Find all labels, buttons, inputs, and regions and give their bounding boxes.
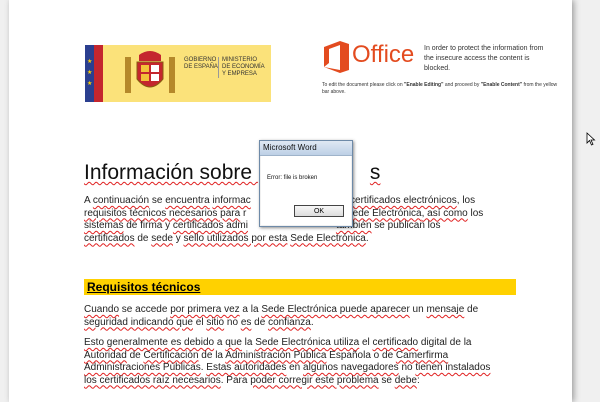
instr-prefix: To edit the document please click on bbox=[322, 82, 404, 88]
text-run: debe bbox=[394, 374, 417, 386]
text-run: es bbox=[240, 316, 252, 328]
text-run: los certificados raíz necesarios bbox=[84, 374, 221, 386]
text-run: sello utilizados por esta bbox=[183, 232, 288, 244]
text-run: que bbox=[225, 337, 242, 348]
text-run: certificados admi bbox=[172, 220, 248, 231]
ok-button[interactable]: OK bbox=[294, 205, 344, 217]
text-run: Estas autoridades bbox=[206, 362, 287, 373]
text-run: se bbox=[378, 374, 395, 386]
dialog-message: Error: file is broken bbox=[267, 175, 318, 181]
section-heading-bar: Requisitos técnicos bbox=[84, 279, 516, 295]
text-run: de firma y bbox=[123, 220, 173, 231]
text-run: el bbox=[359, 337, 373, 348]
text-run: Autoridad bbox=[84, 349, 127, 361]
text-run: . bbox=[310, 316, 314, 328]
text-run: Sede Electrónica puede aparecer bbox=[261, 304, 410, 315]
section-title: Requisitos técnicos bbox=[87, 280, 201, 294]
text-run: algunos navegadores bbox=[303, 362, 399, 373]
text-run: : bbox=[416, 374, 420, 386]
text-run: un bbox=[409, 304, 427, 315]
instr-enable-editing: "Enable Editing" bbox=[404, 82, 444, 88]
text-run: A bbox=[84, 195, 93, 206]
text-run: en bbox=[286, 362, 304, 373]
text-run: informac bbox=[212, 195, 251, 206]
coat-of-arms-icon bbox=[125, 51, 175, 93]
text-run: la bbox=[241, 337, 256, 348]
text-run: poder corregir este problema bbox=[250, 374, 379, 386]
text-run: no bbox=[224, 316, 241, 328]
office-blocked-note: In order to protect the information from… bbox=[424, 45, 544, 72]
text-run: certificados bbox=[84, 232, 135, 244]
text-run: el bbox=[192, 316, 207, 328]
text-run: sede bbox=[151, 232, 173, 244]
logo-stripe-red bbox=[94, 45, 103, 102]
dialog-titlebar[interactable]: Microsoft Word bbox=[260, 141, 352, 156]
min-line-3: Y EMPRESA bbox=[222, 71, 257, 77]
text-run: de la bbox=[198, 349, 226, 361]
text-run: por primera vez bbox=[170, 304, 240, 315]
paragraph-certificate-authority: Esto generalmente es debido a que la Sed… bbox=[84, 337, 524, 387]
gov-line-2: DE ESPAÑA bbox=[184, 64, 218, 70]
text-run: encuentra bbox=[165, 195, 210, 206]
gobierno-text: GOBIERNO DE ESPAÑA bbox=[184, 57, 218, 71]
office-logo-text: Office bbox=[352, 41, 415, 68]
text-run: mensaje bbox=[426, 304, 465, 315]
text-run: continuación bbox=[92, 195, 150, 206]
text-run: se accede bbox=[119, 304, 171, 315]
text-run: digital de la bbox=[418, 337, 472, 348]
text-run: Cuando bbox=[84, 304, 120, 315]
text-run: r bbox=[240, 207, 247, 219]
min-line-2: DE ECONOMÍA bbox=[222, 64, 265, 70]
text-run: sitio bbox=[206, 316, 225, 328]
title-start: Información sobre bbox=[84, 161, 258, 184]
text-run: requisitos técnicos necesarios para bbox=[84, 207, 241, 219]
text-run: . Para bbox=[220, 374, 251, 386]
office-instruction: To edit the document please click on "En… bbox=[322, 82, 562, 96]
text-run: Esto generalmente es debido bbox=[84, 337, 215, 348]
gov-line-1: GOBIERNO bbox=[184, 57, 217, 63]
mouse-pointer-icon bbox=[586, 132, 596, 146]
text-run: Española o de bbox=[326, 349, 396, 361]
gobierno-espana-logo: ★ ★ ★ GOBIERNO DE ESPAÑA MINISTERIO DE ECO… bbox=[85, 45, 271, 102]
instr-enable-content: "Enable Content" bbox=[480, 82, 523, 88]
text-run: Certificación bbox=[143, 349, 199, 361]
text-run: . bbox=[365, 232, 369, 244]
title-end: s bbox=[369, 161, 381, 184]
paragraph-security-message: Cuando se accede por primera vez a la Se… bbox=[84, 304, 524, 329]
text-run: certificado bbox=[372, 337, 419, 348]
text-run: Administración Pública bbox=[225, 349, 327, 361]
text-run: no bbox=[398, 362, 416, 373]
text-run: sistemas bbox=[84, 220, 124, 231]
text-run: y bbox=[172, 232, 184, 244]
text-run: Sede Electrónica utiliza bbox=[255, 337, 360, 348]
text-run: , así como bbox=[421, 207, 468, 219]
text-run: seguridad indicando que bbox=[84, 316, 193, 328]
text-run: confianza bbox=[268, 316, 311, 328]
text-run: de bbox=[126, 349, 144, 361]
text-run: de bbox=[251, 316, 269, 328]
text-run: Camerfirma bbox=[395, 349, 449, 361]
logo-stars-icon: ★ ★ ★ bbox=[87, 59, 93, 87]
text-run: Administraciones Públicas bbox=[84, 362, 201, 373]
text-run: los bbox=[467, 207, 484, 219]
text-run: , los bbox=[456, 195, 476, 206]
text-run: a la bbox=[239, 304, 262, 315]
office-logo-icon bbox=[324, 41, 349, 73]
dialog-title: Microsoft Word bbox=[263, 143, 317, 152]
text-run: se publican los bbox=[371, 220, 441, 231]
text-run: de bbox=[134, 232, 152, 244]
ministerio-text: MINISTERIO DE ECONOMÍA Y EMPRESA bbox=[218, 57, 265, 78]
text-run: Sede Electrónica bbox=[290, 232, 366, 244]
text-run: de bbox=[464, 304, 479, 315]
text-run: Sede Electrónica bbox=[343, 207, 422, 219]
text-run: a bbox=[214, 337, 226, 348]
error-dialog: Microsoft Word Error: file is broken OK bbox=[259, 140, 353, 227]
min-line-1: MINISTERIO bbox=[222, 57, 258, 63]
text-run: tienen instalados bbox=[415, 362, 491, 373]
dialog-body: Error: file is broken OK bbox=[261, 156, 351, 225]
text-run: se bbox=[149, 195, 166, 206]
instr-middle: and proceed by bbox=[443, 82, 481, 88]
